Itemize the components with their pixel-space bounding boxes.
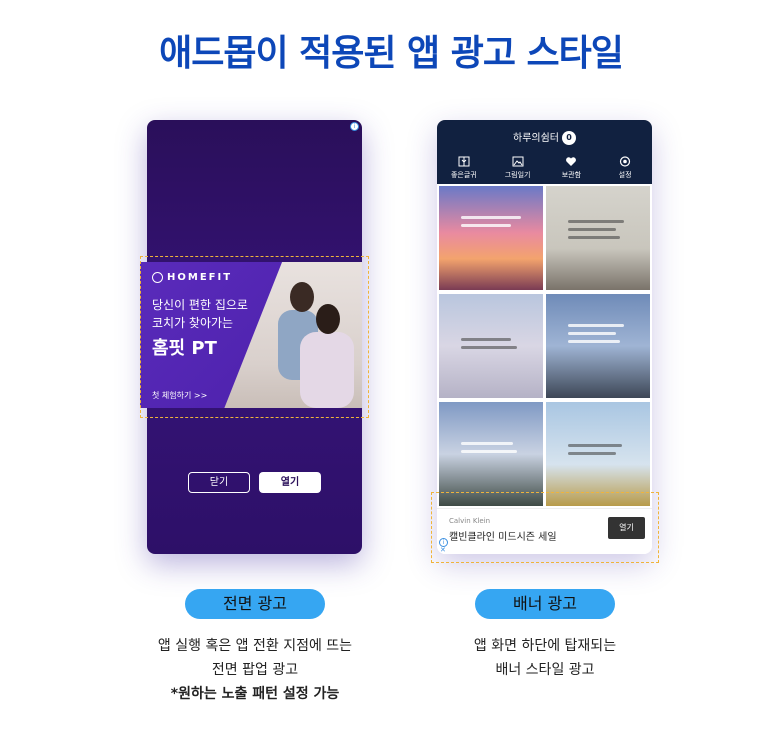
image-text-line [568,228,616,231]
desc-line: 앱 화면 하단에 탑재되는 [473,638,617,654]
image-text-line [568,332,616,335]
grid-image[interactable] [439,186,543,290]
image-text-line [461,216,521,219]
image-text-line [461,346,517,349]
ad-copy-line1: 당신이 편한 집으로 [152,298,248,312]
desc-line: 전면 팝업 광고 [211,662,299,678]
tab-settings[interactable]: 설정 [600,156,650,180]
open-button[interactable]: 열기 [259,472,321,493]
app-title: 하루의쉼터 0 [437,129,652,145]
desc-line: 배너 스타일 광고 [495,662,595,678]
tab-label: 설정 [618,171,632,179]
ad-cta-link[interactable]: 첫 체험하기 >> [152,390,207,401]
interstitial-label-pill: 전면 광고 [185,589,325,619]
image-text-line [568,444,622,447]
image-text-line [461,450,517,453]
grid-image[interactable] [546,402,650,506]
book-icon [458,156,470,167]
banner-highlight-box [431,492,659,563]
image-text-line [461,442,513,445]
image-text-line [568,324,624,327]
app-header: 하루의쉼터 0 좋은글귀 그림일기 보관함 설정 [437,120,652,184]
ad-headline: 홈핏 PT [152,338,217,359]
tab-label: 좋은글귀 [450,171,477,179]
image-text-line [568,452,616,455]
page-title: 애드몹이 적용된 앱 광고 스타일 [159,33,624,74]
interstitial-description: 앱 실행 혹은 앱 전환 지점에 뜨는 전면 팝업 광고 *원하는 노출 패턴 … [120,634,390,706]
desc-line: 앱 실행 혹은 앱 전환 지점에 뜨는 [157,638,353,654]
tab-label: 보관함 [561,171,582,179]
close-button[interactable]: 닫기 [188,472,250,493]
ad-brand-logo: HOMEFIT [152,272,232,283]
grid-image[interactable] [546,294,650,398]
grid-image[interactable] [546,186,650,290]
tab-label: 그림일기 [504,171,531,179]
banner-label-pill: 배너 광고 [475,589,615,619]
homefit-logo-icon [152,272,163,283]
tab-picture-diary[interactable]: 그림일기 [493,156,543,180]
image-text-line [461,224,511,227]
image-grid [439,186,650,506]
banner-phone: 하루의쉼터 0 좋은글귀 그림일기 보관함 설정 Calvin Klein 캘빈… [437,120,652,554]
image-text-line [568,236,620,239]
banner-description: 앱 화면 하단에 탑재되는 배너 스타일 광고 [410,634,680,682]
heart-icon [566,157,577,166]
gear-icon [620,156,631,167]
ad-brand-name: HOMEFIT [167,272,233,283]
image-text-line [568,220,624,223]
adchoices-info-icon[interactable]: i [350,122,359,131]
app-nav: 좋은글귀 그림일기 보관함 설정 [437,156,652,180]
grid-image[interactable] [439,402,543,506]
tab-storage[interactable]: 보관함 [546,156,596,180]
image-text-line [568,340,620,343]
image-text-line [461,338,511,341]
notification-badge[interactable]: 0 [562,131,576,145]
tab-good-quotes[interactable]: 좋은글귀 [439,156,489,180]
image-icon [512,156,524,167]
app-title-text: 하루의쉼터 [513,133,559,144]
grid-image[interactable] [439,294,543,398]
desc-note: *원하는 노출 패턴 설정 가능 [170,686,340,702]
ad-copy-line2: 코치가 찾아가는 [152,316,234,330]
